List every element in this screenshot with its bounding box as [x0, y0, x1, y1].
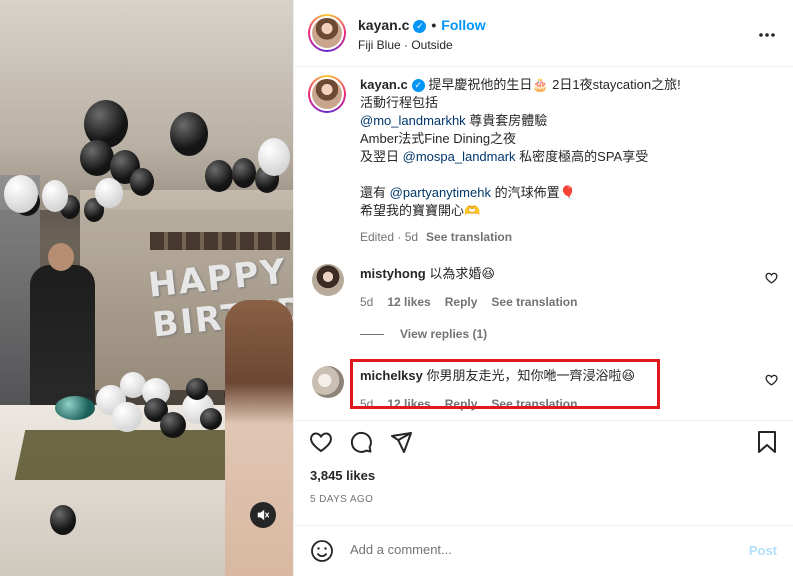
comment-input[interactable]	[350, 542, 710, 557]
balloon	[130, 168, 154, 196]
see-translation-link[interactable]: See translation	[491, 295, 577, 309]
save-bookmark-icon[interactable]	[754, 429, 780, 455]
balloon	[170, 112, 208, 156]
emoji-icon[interactable]	[310, 539, 336, 565]
mention-link[interactable]: @partyanytimehk	[390, 185, 491, 200]
caption-body: kayan.c ✓ 提早慶祝他的生日🎂 2日1夜staycation之旅! 活動行…	[360, 76, 780, 246]
balloon	[4, 175, 38, 213]
header-audio-location[interactable]: Fiji Blue · Outside	[358, 38, 453, 52]
balloon	[258, 138, 290, 176]
annotation-highlight-box	[350, 359, 660, 409]
comment-like-icon[interactable]	[765, 374, 778, 389]
view-replies-label: View replies (1)	[400, 327, 488, 341]
share-icon[interactable]	[388, 429, 414, 455]
separator-dot: •	[431, 17, 437, 33]
comment-likes[interactable]: 12 likes	[387, 295, 430, 309]
caption-line: 的汽球佈置🎈	[490, 185, 576, 200]
balloon	[50, 505, 76, 535]
balloon	[232, 158, 256, 188]
woman-figure	[225, 300, 293, 576]
caption-line: 希望我的寶寶開心🫶	[360, 203, 481, 218]
balloon	[95, 178, 123, 208]
post-date: 5 DAYS AGO	[310, 494, 374, 505]
verified-icon: ✓	[413, 19, 427, 33]
action-bar	[294, 420, 793, 460]
post-header: kayan.c ✓ • Follow Fiji Blue · Outside	[294, 0, 793, 67]
comment-username[interactable]: mistyhong	[360, 266, 426, 281]
caption-edited-time: Edited · 5d	[360, 230, 419, 244]
mention-link[interactable]: @mo_landmarkhk	[360, 113, 466, 128]
mention-link[interactable]: @mospa_landmark	[403, 149, 516, 164]
like-icon[interactable]	[308, 429, 334, 455]
balloon-green	[55, 396, 95, 420]
avatar[interactable]	[308, 75, 346, 113]
balloon	[42, 180, 68, 212]
balloon	[160, 412, 186, 438]
replies-line	[360, 334, 384, 336]
comment-text: 以為求婚😆	[429, 266, 495, 281]
balloon	[205, 160, 233, 192]
caption-line: 提早慶祝他的生日🎂 2日1夜staycation之旅!	[428, 77, 681, 92]
caption-line: 及翌日	[360, 149, 403, 164]
comment-like-icon[interactable]	[765, 272, 778, 287]
caption-line: 尊貴套房體驗	[465, 113, 548, 128]
caption-line: 還有	[360, 185, 390, 200]
balloon	[80, 140, 114, 176]
follow-button[interactable]: Follow	[441, 17, 485, 33]
caption-line: 私密度極高的SPA享受	[515, 149, 649, 164]
balloon	[200, 408, 222, 430]
caption-meta: Edited · 5d See translation	[360, 228, 780, 246]
view-replies-button[interactable]: View replies (1)	[360, 327, 487, 341]
comment-age: 5d	[360, 295, 374, 309]
post-button[interactable]: Post	[749, 543, 777, 558]
more-horizontal-icon[interactable]	[758, 22, 776, 43]
balloon	[186, 378, 208, 400]
caption-line: 活動行程包括	[360, 95, 439, 110]
avatar[interactable]	[312, 264, 344, 296]
comment-icon[interactable]	[348, 429, 374, 455]
see-translation-link[interactable]: See translation	[426, 230, 512, 244]
man-figure	[30, 243, 95, 415]
mute-icon[interactable]	[250, 502, 276, 528]
caption-line: Amber法式Fine Dining之夜	[360, 131, 517, 146]
avatar[interactable]	[308, 14, 346, 52]
comment-body: mistyhong 以為求婚😆 5d 12 likes Reply See trans…	[360, 265, 740, 311]
caption-username[interactable]: kayan.c	[360, 77, 408, 92]
verified-icon: ✓	[411, 79, 425, 93]
post-media[interactable]: HAPPY BIRTHDAY	[0, 0, 293, 576]
add-comment-bar: Post	[294, 525, 793, 576]
header-username[interactable]: kayan.c	[358, 17, 409, 33]
post-panel: kayan.c ✓ • Follow Fiji Blue · Outside kaya…	[293, 0, 793, 576]
media-bed-runner	[14, 430, 256, 480]
media-banner	[150, 232, 290, 250]
header-username-row: kayan.c ✓ • Follow	[358, 17, 486, 33]
reply-button[interactable]: Reply	[445, 295, 478, 309]
comment-meta: 5d 12 likes Reply See translation	[360, 293, 740, 311]
balloon	[112, 402, 142, 432]
avatar[interactable]	[312, 366, 344, 398]
likes-count[interactable]: 3,845 likes	[310, 468, 375, 483]
